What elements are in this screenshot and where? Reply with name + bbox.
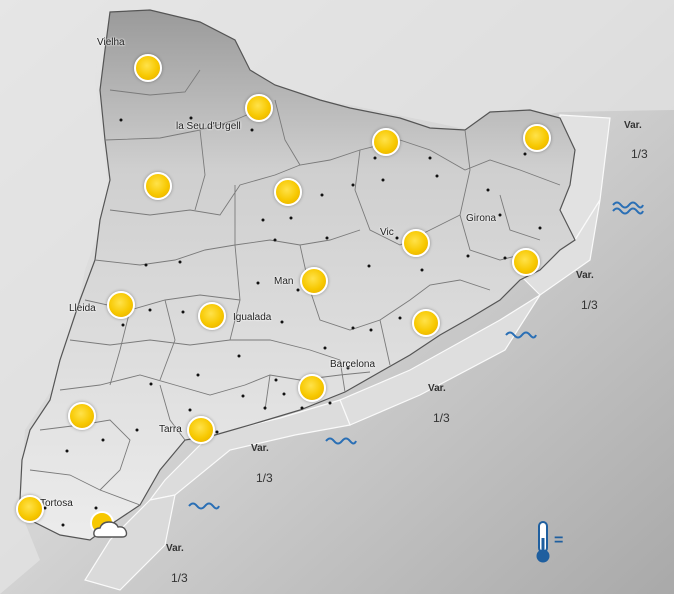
sun-icon: [298, 374, 326, 402]
sea-north-wave: 1/3: [631, 147, 648, 161]
city-label-vielha: Vielha: [97, 37, 125, 48]
sea-barcelona-wind: Var.: [428, 383, 446, 394]
sun-icon: [68, 402, 96, 430]
waves-icon: [505, 331, 537, 339]
city-label-vic: Vic: [380, 227, 394, 238]
sun-icon: [512, 248, 540, 276]
weather-map: Vielha la Seu d'Urgell Girona Vic Man Ll…: [0, 0, 674, 594]
sea-costa-brava-wave: 1/3: [581, 298, 598, 312]
sun-icon: [300, 267, 328, 295]
city-label-igualada: Igualada: [233, 312, 272, 323]
sea-tarragona-wind: Var.: [251, 443, 269, 454]
sun-icon: [16, 495, 44, 523]
sea-ebre-wave: 1/3: [171, 571, 188, 585]
sun-icon: [134, 54, 162, 82]
sun-icon: [372, 128, 400, 156]
sun-icon: [412, 309, 440, 337]
city-label-manresa: Man: [274, 276, 294, 287]
sea-tarragona-wave: 1/3: [256, 471, 273, 485]
partly-cloudy-icon: [90, 511, 128, 538]
sea-barcelona-wave: 1/3: [433, 411, 450, 425]
waves-icon: [612, 201, 644, 215]
sun-icon: [198, 302, 226, 330]
city-label-girona: Girona: [466, 213, 497, 224]
sun-icon: [402, 229, 430, 257]
sun-icon: [144, 172, 172, 200]
waves-icon: [188, 502, 220, 510]
temperature-trend-symbol: =: [554, 532, 564, 549]
sea-north-wind: Var.: [624, 120, 642, 131]
sun-icon: [274, 178, 302, 206]
sea-costa-brava-wind: Var.: [576, 270, 594, 281]
sun-icon: [523, 124, 551, 152]
city-label-barcelona: Barcelona: [330, 359, 376, 370]
map-base: [0, 0, 674, 594]
city-label-tarragona: Tarra: [159, 424, 182, 435]
city-label-tortosa: Tortosa: [40, 498, 73, 509]
city-label-lleida: Lleida: [69, 303, 96, 314]
sea-ebre-wind: Var.: [166, 543, 184, 554]
sun-icon: [107, 291, 135, 319]
city-label-la-seu-d-urgell: la Seu d'Urgell: [176, 121, 241, 132]
waves-icon: [325, 437, 357, 445]
sun-icon: [187, 416, 215, 444]
sun-icon: [245, 94, 273, 122]
